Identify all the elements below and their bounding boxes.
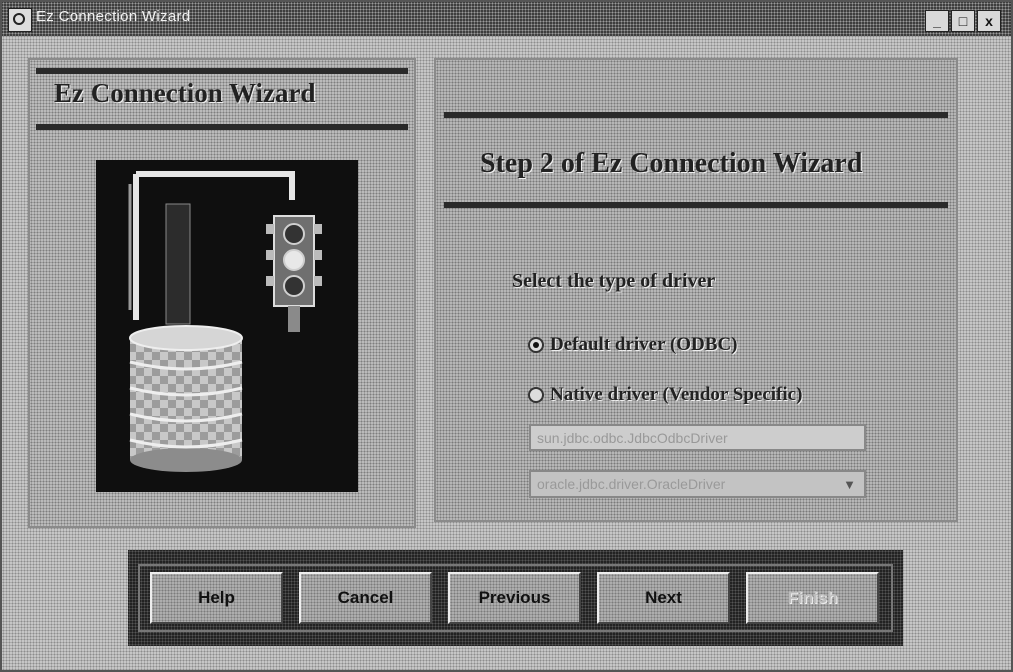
close-button[interactable]: x: [977, 10, 1001, 32]
native-driver-option[interactable]: Native driver (Vendor Specific): [528, 384, 802, 406]
cable-icon: [128, 171, 295, 325]
chevron-down-icon[interactable]: ▼: [843, 477, 856, 492]
driver-type-prompt: Select the type of driver: [512, 270, 716, 292]
native-driver-label: Native driver (Vendor Specific): [550, 384, 803, 405]
help-button[interactable]: Help: [150, 572, 283, 624]
wizard-window: Ez Connection Wizard _ □ x Ez Connection…: [0, 0, 1013, 672]
title-bar: Ez Connection Wizard _ □ x: [2, 2, 1011, 36]
finish-button[interactable]: Finish: [746, 572, 879, 624]
wizard-graphic: [96, 160, 358, 492]
left-panel-title: Ez Connection Wizard: [54, 78, 316, 108]
database-icon: [129, 325, 243, 472]
native-driver-radio[interactable]: [528, 387, 544, 403]
minimize-button[interactable]: _: [925, 10, 949, 32]
cancel-button[interactable]: Cancel: [299, 572, 432, 624]
default-driver-radio[interactable]: [528, 337, 544, 353]
window-title: Ez Connection Wizard: [36, 8, 191, 25]
step-title: Step 2 of Ez Connection Wizard: [480, 148, 863, 179]
previous-button[interactable]: Previous: [448, 572, 581, 624]
app-icon: [8, 8, 32, 32]
left-panel: Ez Connection Wizard: [28, 58, 416, 528]
button-bar: Help Cancel Previous Next Finish: [128, 550, 903, 646]
next-button[interactable]: Next: [597, 572, 730, 624]
default-driver-label: Default driver (ODBC): [550, 334, 738, 355]
traffic-light-icon: [266, 215, 322, 332]
right-panel: Step 2 of Ez Connection Wizard Select th…: [434, 58, 958, 522]
default-driver-option[interactable]: Default driver (ODBC): [528, 334, 738, 356]
driver-class-field[interactable]: sun.jdbc.odbc.JdbcOdbcDriver: [529, 424, 866, 451]
vendor-driver-dropdown[interactable]: oracle.jdbc.driver.OracleDriver ▼: [529, 470, 866, 498]
vendor-driver-value: oracle.jdbc.driver.OracleDriver: [537, 476, 726, 492]
maximize-button[interactable]: □: [951, 10, 975, 32]
